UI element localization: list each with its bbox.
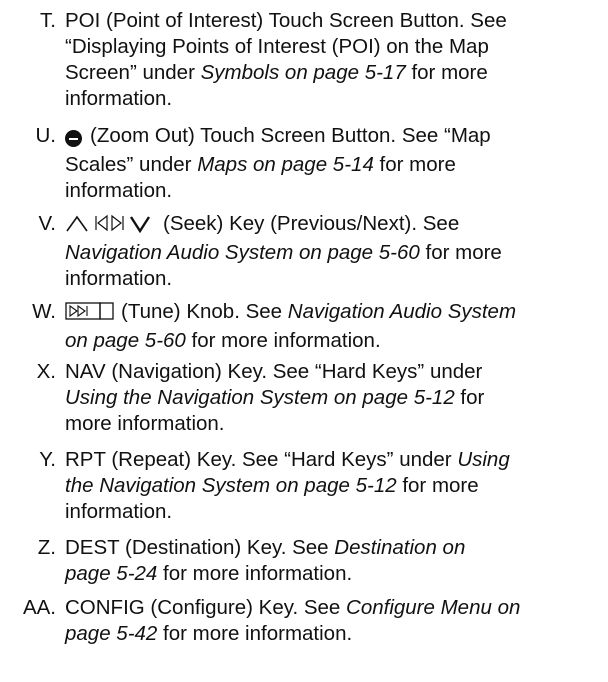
cross-reference: Maps on page 5-14	[197, 153, 374, 176]
text-line: Using the Navigation System on page 5-12…	[65, 385, 603, 411]
tune-icon	[65, 301, 117, 328]
text-line: (Zoom Out) Touch Screen Button. See “Map	[65, 123, 603, 152]
text-line: information.	[65, 499, 603, 525]
text-segment: information.	[65, 87, 173, 110]
item-text: NAV (Navigation) Key. See “Hard Keys” un…	[65, 359, 603, 437]
cross-reference: page 5-42	[65, 622, 158, 645]
text-line: (Tune) Knob. See Navigation Audio System	[65, 299, 603, 328]
text-line: more information.	[65, 411, 603, 437]
text-segment: for more	[405, 61, 488, 84]
text-line: CONFIG (Configure) Key. See Configure Me…	[65, 595, 603, 621]
text-segment: (Zoom Out) Touch Screen Button. See “Map	[90, 124, 491, 147]
cross-reference: page 5-24	[65, 562, 158, 585]
text-segment: Screen” under	[65, 61, 201, 84]
item-text: (Tune) Knob. See Navigation Audio System…	[65, 299, 603, 354]
text-segment: (Tune) Knob. See	[121, 300, 288, 323]
text-segment: CONFIG (Configure) Key. See	[65, 596, 347, 619]
cross-reference: Using the Navigation System on page 5-12	[65, 386, 455, 409]
item-letter: T.	[40, 9, 56, 32]
item-text: CONFIG (Configure) Key. See Configure Me…	[65, 595, 603, 647]
text-line: the Navigation System on page 5-12 for m…	[65, 473, 603, 499]
text-segment: for	[454, 386, 485, 409]
text-line: RPT (Repeat) Key. See “Hard Keys” under …	[65, 447, 603, 473]
text-line: NAV (Navigation) Key. See “Hard Keys” un…	[65, 359, 603, 385]
text-segment: for more information.	[185, 329, 381, 352]
text-line: information.	[65, 266, 603, 292]
text-segment: more information.	[65, 412, 225, 435]
item-text: POI (Point of Interest) Touch Screen But…	[65, 8, 603, 112]
text-segment: RPT (Repeat) Key. See “Hard Keys” under	[65, 448, 458, 471]
cross-reference: Destination on	[334, 536, 466, 559]
cross-reference: Navigation Audio System	[287, 300, 517, 323]
item-letter: Y.	[39, 448, 56, 471]
item-letter: AA.	[22, 596, 56, 619]
item-letter: W.	[32, 300, 56, 323]
item-text: (Seek) Key (Previous/Next). See Navigatio…	[65, 211, 603, 292]
text-segment: for more	[419, 241, 502, 264]
zoom-out-icon	[65, 126, 84, 152]
item-letter: U.	[35, 124, 57, 147]
cross-reference: on page 5-60	[65, 329, 186, 352]
text-segment: NAV (Navigation) Key. See “Hard Keys” un…	[65, 360, 483, 383]
text-line: Screen” under Symbols on page 5-17 for m…	[65, 60, 603, 86]
text-segment: for more information.	[157, 562, 353, 585]
item-letter: V.	[38, 212, 57, 235]
item-text: RPT (Repeat) Key. See “Hard Keys” under …	[65, 447, 603, 525]
cross-reference: Configure Menu on	[346, 596, 521, 619]
text-segment: for more information.	[157, 622, 353, 645]
text-segment: (Seek) Key (Previous/Next). See	[163, 212, 460, 235]
item-text: DEST (Destination) Key. See Destination …	[65, 535, 603, 587]
cross-reference: the Navigation System on page 5-12	[65, 474, 397, 497]
cross-reference: Using	[457, 448, 510, 471]
text-segment: for more	[396, 474, 479, 497]
text-segment: “Displaying Points of Interest (POI) on …	[65, 35, 489, 58]
text-line: page 5-42 for more information.	[65, 621, 603, 647]
item-text: (Zoom Out) Touch Screen Button. See “Map…	[65, 123, 603, 204]
text-segment: DEST (Destination) Key. See	[65, 536, 335, 559]
text-line: POI (Point of Interest) Touch Screen But…	[65, 8, 603, 34]
text-line: DEST (Destination) Key. See Destination …	[65, 535, 603, 561]
item-letter: X.	[36, 360, 56, 383]
text-line: on page 5-60 for more information.	[65, 328, 603, 354]
text-line: Scales” under Maps on page 5-14 for more	[65, 152, 603, 178]
item-letter: Z.	[37, 536, 56, 559]
text-segment: Scales” under	[65, 153, 198, 176]
seek-icon	[65, 213, 161, 240]
text-line: information.	[65, 178, 603, 204]
text-line: page 5-24 for more information.	[65, 561, 603, 587]
text-segment: information.	[65, 179, 173, 202]
cross-reference: Navigation Audio System on page 5-60	[65, 241, 420, 264]
text-line: “Displaying Points of Interest (POI) on …	[65, 34, 603, 60]
text-segment: information.	[65, 267, 173, 290]
cross-reference: Symbols on page 5-17	[200, 61, 406, 84]
text-segment: information.	[65, 500, 173, 523]
text-line: information.	[65, 86, 603, 112]
text-segment: for more	[373, 153, 456, 176]
legend-list: T. POI (Point of Interest) Touch Screen …	[0, 0, 608, 682]
text-segment: POI (Point of Interest) Touch Screen But…	[65, 9, 507, 32]
text-line: (Seek) Key (Previous/Next). See	[65, 211, 603, 240]
text-line: Navigation Audio System on page 5-60 for…	[65, 240, 603, 266]
